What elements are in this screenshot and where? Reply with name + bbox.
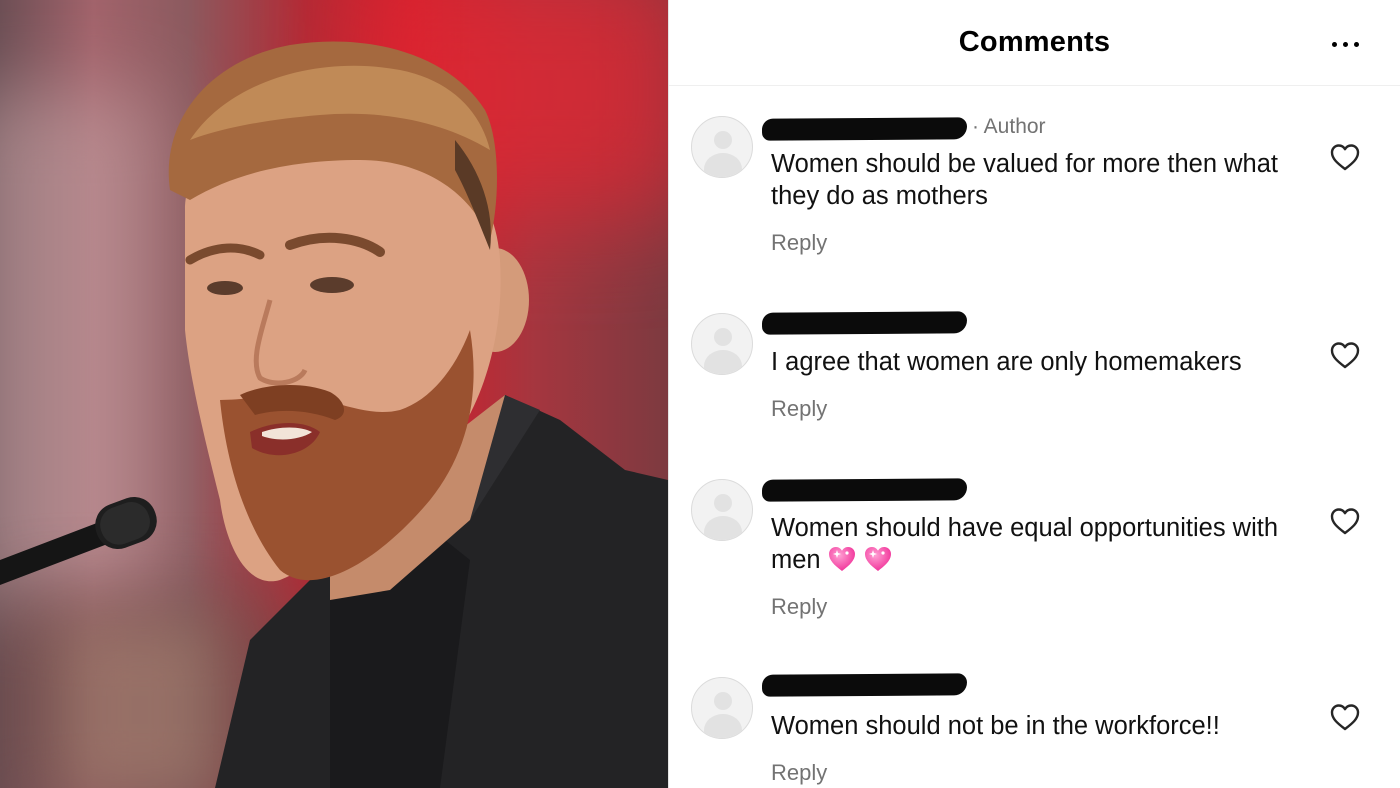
avatar[interactable] <box>691 116 753 178</box>
avatar[interactable] <box>691 479 753 541</box>
heart-outline-icon[interactable] <box>1329 506 1361 536</box>
comments-header: Comments <box>669 0 1400 86</box>
author-badge: · Author <box>972 115 1046 138</box>
sparkling-heart-icon <box>863 544 893 574</box>
comment-text: Women should be valued for more then wha… <box>771 150 1278 210</box>
reply-button[interactable]: Reply <box>771 760 827 786</box>
comments-title: Comments <box>958 26 1111 58</box>
more-options-icon[interactable] <box>1323 30 1367 58</box>
sparkling-heart-icon <box>827 544 857 574</box>
redacted-username <box>761 673 968 697</box>
redacted-username <box>761 117 968 141</box>
reply-button[interactable]: Reply <box>771 396 827 422</box>
heart-outline-icon[interactable] <box>1329 702 1361 732</box>
avatar[interactable] <box>691 313 753 375</box>
heart-outline-icon[interactable] <box>1329 142 1361 172</box>
reply-button[interactable]: Reply <box>771 230 827 256</box>
reply-button[interactable]: Reply <box>771 594 827 620</box>
heart-outline-icon[interactable] <box>1329 340 1361 370</box>
comment-text: Women should not be in the workforce!! <box>771 712 1220 740</box>
redacted-username <box>761 311 968 335</box>
comments-panel: Comments · Author Women should be valued… <box>669 0 1400 788</box>
comment-text-block: Women should have equal opportunities wi… <box>771 512 1311 576</box>
avatar[interactable] <box>691 677 753 739</box>
redacted-username <box>761 478 968 502</box>
comment-text: I agree that women are only homemakers <box>771 348 1242 376</box>
post-photo <box>0 0 668 788</box>
